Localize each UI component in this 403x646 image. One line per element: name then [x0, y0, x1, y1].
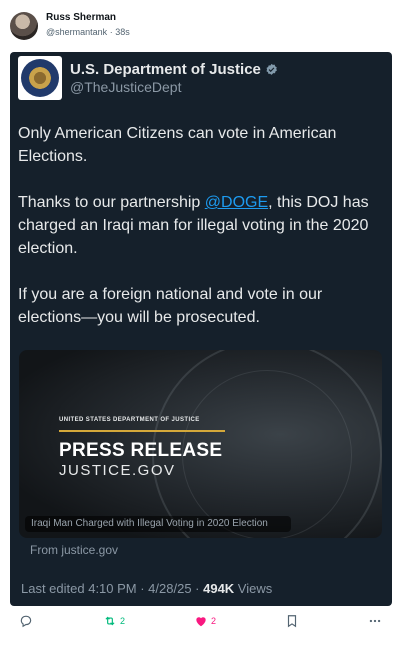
post-paragraph-1: Only American Citizens can vote in Ameri…	[18, 125, 337, 165]
more-button[interactable]	[368, 614, 382, 628]
like-count: 2	[211, 616, 217, 626]
edited-timestamp[interactable]: Last edited 4:10 PM · 4/28/25 ·	[21, 581, 203, 596]
action-bar: 2 2	[0, 614, 403, 638]
views-count: 494K	[203, 581, 235, 596]
seal-emblem	[21, 59, 59, 97]
verified-icon	[266, 63, 277, 76]
views-label: Views	[234, 581, 273, 596]
quoted-post-header: U.S. Department of Justice @TheJusticeDe…	[18, 56, 278, 100]
author-block: Russ Sherman @shermantank · 38s	[46, 12, 130, 38]
press-release-title: PRESS RELEASE	[59, 440, 223, 461]
post-header: Russ Sherman @shermantank · 38s	[10, 12, 130, 40]
author-name[interactable]: Russ Sherman	[46, 12, 130, 25]
repost-button[interactable]: 2	[103, 614, 125, 628]
more-icon	[369, 619, 381, 623]
repost-icon	[105, 616, 115, 626]
avatar[interactable]	[10, 12, 38, 40]
post-paragraph-2: Thanks to our partnership @DOGE, this DO…	[18, 191, 384, 260]
post-paragraph-3: If you are a foreign national and vote i…	[18, 286, 323, 326]
link-source[interactable]: From justice.gov	[30, 543, 118, 557]
quoted-author-handle[interactable]: @TheJusticeDept	[70, 79, 278, 96]
press-release-image[interactable]: UNITED STATES DEPARTMENT OF JUSTICE PRES…	[19, 350, 382, 538]
quoted-author-name-text: U.S. Department of Justice	[70, 60, 261, 78]
doj-seal-avatar[interactable]	[18, 56, 62, 100]
repost-count: 2	[120, 616, 126, 626]
quoted-post-text: Only American Citizens can vote in Ameri…	[18, 122, 384, 352]
quoted-author-block: U.S. Department of Justice @TheJusticeDe…	[70, 61, 278, 96]
like-icon	[196, 617, 206, 627]
doge-mention-link[interactable]: @DOGE	[205, 194, 268, 211]
reply-button[interactable]	[19, 614, 33, 628]
post-footer: Last edited 4:10 PM · 4/28/25 · 494K Vie…	[21, 581, 272, 596]
author-handle[interactable]: @shermantank	[46, 27, 107, 37]
reply-icon	[20, 615, 32, 628]
quoted-author-name[interactable]: U.S. Department of Justice	[70, 61, 278, 79]
press-release-kicker: UNITED STATES DEPARTMENT OF JUSTICE	[59, 417, 200, 423]
bookmark-button[interactable]	[285, 614, 299, 628]
like-button[interactable]: 2	[194, 614, 216, 628]
press-release-site: JUSTICE.GOV	[59, 462, 176, 479]
meta-separator: ·	[109, 26, 113, 37]
author-meta: @shermantank · 38s	[46, 27, 130, 38]
link-card-caption[interactable]: Iraqi Man Charged with Illegal Voting in…	[25, 516, 291, 532]
bookmark-icon	[287, 615, 297, 628]
quoted-post-card[interactable]: U.S. Department of Justice @TheJusticeDe…	[10, 52, 392, 606]
paragraph-2-lead: Thanks to our partnership	[18, 194, 205, 211]
press-release-rule	[59, 430, 225, 432]
post-time[interactable]: 38s	[115, 27, 130, 37]
